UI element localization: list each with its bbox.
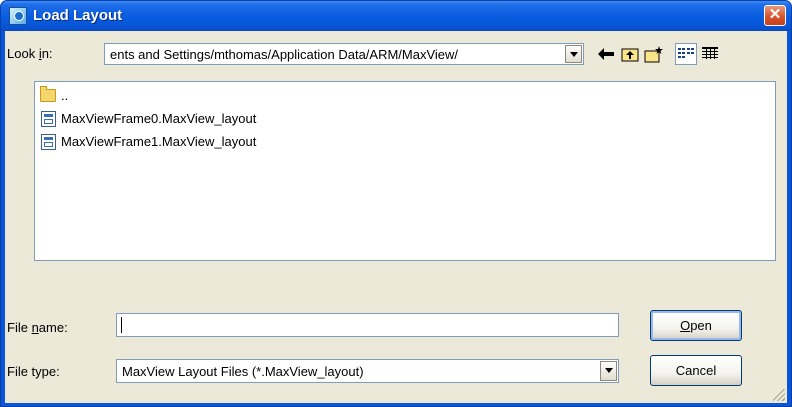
list-item[interactable]: MaxViewFrame0.MaxView_layout [40, 110, 320, 128]
look-in-label: Look in: [7, 46, 53, 61]
dialog-body: Look in: ents and Settings/mthomas/Appli… [5, 31, 787, 403]
file-list[interactable]: .. MaxViewFrame0.MaxView_layout MaxViewF… [34, 81, 776, 261]
file-type-value: MaxView Layout Files (*.MaxView_layout) [122, 364, 364, 379]
list-item[interactable]: MaxViewFrame1.MaxView_layout [40, 133, 320, 151]
folder-icon [40, 86, 56, 102]
file-name-label-post: ame: [38, 320, 68, 335]
up-folder-icon [621, 48, 639, 62]
layout-file-icon [41, 111, 56, 127]
list-view-button[interactable] [675, 43, 697, 65]
list-item-label: MaxViewFrame0.MaxView_layout [61, 111, 257, 126]
title-bar[interactable]: Load Layout ✕ [1, 1, 791, 31]
look-in-label-pre: Look [7, 46, 39, 61]
file-type-combobox[interactable]: MaxView Layout Files (*.MaxView_layout) [116, 359, 619, 383]
list-item-label: .. [61, 88, 69, 103]
look-in-combobox[interactable]: ents and Settings/mthomas/Application Da… [104, 43, 584, 65]
new-folder-icon [644, 46, 663, 63]
new-folder-button[interactable] [643, 43, 665, 65]
list-item[interactable]: .. [40, 86, 80, 105]
file-type-dropdown-arrow-icon[interactable] [600, 361, 617, 381]
app-icon [9, 7, 27, 25]
look-in-label-post: n: [41, 46, 53, 61]
open-button-rest: pen [690, 318, 712, 333]
file-name-input[interactable] [116, 313, 619, 337]
list-view-icon [678, 48, 694, 58]
layout-file-icon [41, 134, 56, 150]
cancel-button[interactable]: Cancel [650, 355, 742, 386]
resize-grip-icon[interactable] [773, 389, 785, 401]
look-in-dropdown-arrow-icon[interactable] [565, 45, 582, 63]
text-caret [121, 317, 122, 333]
details-view-icon [702, 47, 718, 59]
open-button[interactable]: Open [650, 310, 742, 341]
file-name-label-pre: File [7, 320, 32, 335]
back-button[interactable] [595, 43, 617, 65]
file-type-label: File type: [7, 364, 60, 379]
window-title: Load Layout [33, 7, 123, 24]
arrow-left-icon [598, 48, 614, 60]
file-name-label-key: n [31, 320, 39, 335]
open-button-key: O [680, 318, 691, 333]
up-folder-button[interactable] [619, 43, 641, 65]
file-name-label: File name: [7, 320, 68, 335]
close-button[interactable]: ✕ [764, 5, 786, 26]
list-item-label: MaxViewFrame1.MaxView_layout [61, 134, 257, 149]
look-in-value: ents and Settings/mthomas/Application Da… [110, 47, 459, 62]
details-view-button[interactable] [699, 43, 721, 65]
load-layout-dialog: Load Layout ✕ Look in: ents and Settings… [0, 0, 792, 407]
